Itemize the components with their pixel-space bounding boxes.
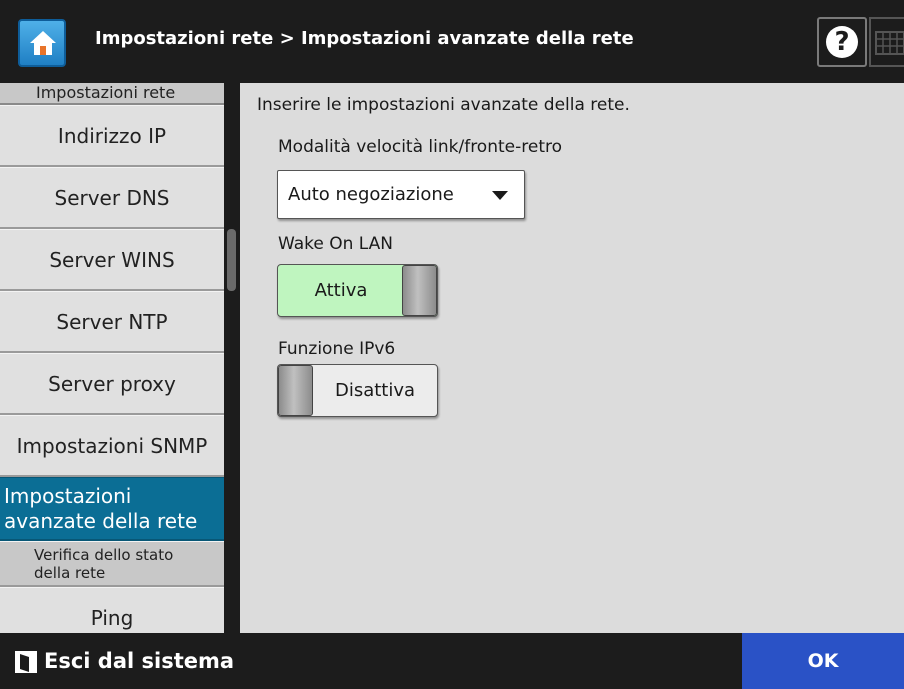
sidebar-item-snmp-settings[interactable]: Impostazioni SNMP [0,415,224,477]
ipv6-state: Disattiva [334,380,416,401]
sidebar-item-label: Server NTP [56,309,168,334]
link-speed-label: Modalità velocità link/fronte-retro [278,137,562,157]
home-button[interactable] [18,19,66,67]
logout-label: Esci dal sistema [44,649,235,673]
sidebar-item-dns-server[interactable]: Server DNS [0,167,224,229]
link-speed-value: Auto negoziazione [288,184,454,205]
sidebar-item-label: Indirizzo IP [57,123,167,148]
sidebar-item-label: Server proxy [48,371,176,396]
toggle-knob [402,265,437,316]
sidebar-item-label: Impostazioni avanzate della rete [4,483,198,533]
wake-on-lan-state: Attiva [314,280,368,301]
sidebar-item-label: Verifica dello stato della rete [34,545,174,582]
help-icon: ? [826,26,858,58]
sidebar-item-ip-address[interactable]: Indirizzo IP [0,105,224,167]
help-button[interactable]: ? [817,17,867,67]
sidebar-item-advanced-network[interactable]: Impostazioni avanzate della rete [0,477,224,541]
sidebar-menu: Impostazioni rete Indirizzo IP Server DN… [0,83,240,633]
sidebar-item-label: Server DNS [54,185,170,210]
sidebar-item-label: Impostazioni SNMP [16,433,208,458]
sidebar-section-header: Impostazioni rete [0,83,224,105]
toggle-knob [278,365,313,416]
sidebar-scrollbar[interactable] [227,229,236,291]
logout-button[interactable]: Esci dal sistema [0,633,258,689]
sidebar-item-proxy-server[interactable]: Server proxy [0,353,224,415]
ok-button[interactable]: OK [742,633,904,689]
instruction-text: Inserire le impostazioni avanzate della … [257,95,630,115]
logout-icon [15,651,37,673]
dropdown-arrow-icon [492,191,508,200]
footer-bar: Esci dal sistema OK [0,633,904,689]
header-bar: Impostazioni rete > Impostazioni avanzat… [0,0,904,83]
ipv6-toggle[interactable]: Disattiva [277,364,438,417]
page-title: Impostazioni rete > Impostazioni avanzat… [95,28,634,49]
ipv6-label: Funzione IPv6 [278,339,396,359]
keyboard-icon [875,31,904,55]
main-panel: Inserire le impostazioni avanzate della … [240,83,904,633]
sidebar-item-ntp-server[interactable]: Server NTP [0,291,224,353]
wake-on-lan-toggle[interactable]: Attiva [277,264,438,317]
wake-on-lan-label: Wake On LAN [278,234,394,254]
link-speed-select[interactable]: Auto negoziazione [277,170,525,219]
sidebar-item-label: Ping [90,606,134,630]
keyboard-button[interactable] [869,17,904,67]
home-icon [30,31,56,55]
sidebar-item-ping[interactable]: Ping [0,587,224,633]
sidebar-item-wins-server[interactable]: Server WINS [0,229,224,291]
sidebar-item-label: Server WINS [49,247,175,272]
sidebar-item-network-status[interactable]: Verifica dello stato della rete [0,541,224,587]
